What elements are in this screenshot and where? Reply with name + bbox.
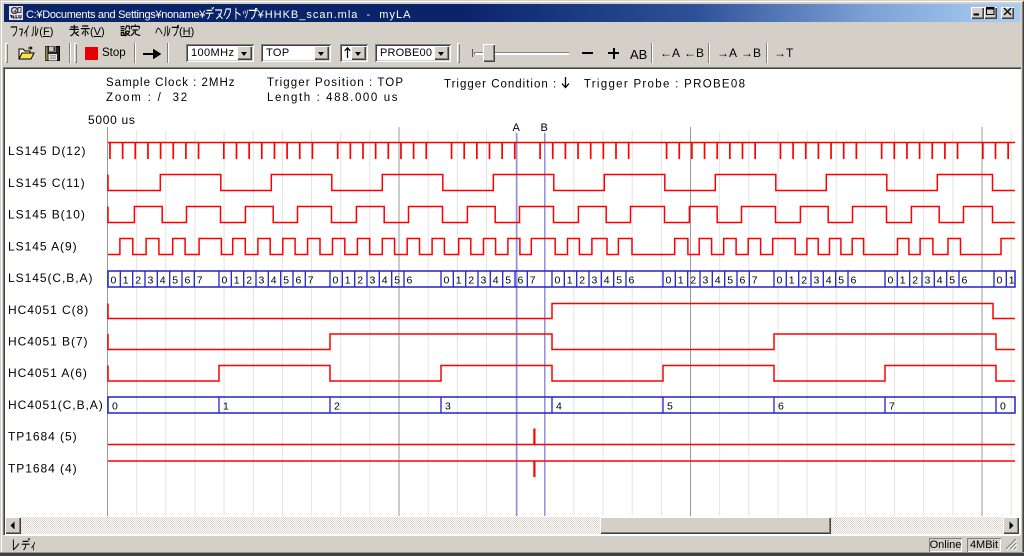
svg-text:1: 1 [678,275,684,287]
svg-text:6: 6 [851,275,857,287]
svg-text:7: 7 [530,275,536,287]
svg-text:1: 1 [234,275,240,287]
svg-text:4: 4 [160,275,166,287]
svg-text:2: 2 [135,275,141,287]
svg-text:4: 4 [604,275,610,287]
svg-text:0: 0 [888,275,894,287]
svg-text:6: 6 [629,275,635,287]
svg-text:0: 0 [555,275,561,287]
svg-text:0: 0 [444,275,450,287]
svg-text:3: 3 [370,275,376,287]
svg-text:7: 7 [752,275,758,287]
svg-text:7: 7 [308,275,314,287]
svg-text:2: 2 [579,275,585,287]
svg-text:5: 5 [667,401,673,413]
svg-text:3: 3 [814,275,820,287]
svg-text:2: 2 [912,275,918,287]
svg-text:B: B [541,122,548,134]
svg-text:4: 4 [382,275,388,287]
svg-text:3: 3 [703,275,709,287]
svg-text:1: 1 [567,275,573,287]
svg-text:HC4051 B(7): HC4051 B(7) [8,335,88,349]
svg-text:7: 7 [197,275,203,287]
svg-text:2: 2 [690,275,696,287]
svg-text:0: 0 [1000,401,1006,413]
svg-text:0: 0 [666,275,672,287]
svg-text:5: 5 [394,275,400,287]
svg-text:TP1684 (5): TP1684 (5) [8,430,78,444]
svg-text:5000 us: 5000 us [88,113,136,127]
svg-text:LS145 A(9): LS145 A(9) [8,239,78,253]
svg-text:4: 4 [493,275,499,287]
svg-text:5: 5 [838,275,844,287]
svg-text:2: 2 [357,275,363,287]
svg-text:0: 0 [333,275,339,287]
svg-text:3: 3 [592,275,598,287]
svg-text:5: 5 [727,275,733,287]
svg-text:6: 6 [962,275,968,287]
svg-text:3: 3 [259,275,265,287]
svg-text:1: 1 [123,275,129,287]
svg-text:4: 4 [937,275,943,287]
svg-text:1: 1 [1009,275,1015,287]
svg-text:6: 6 [296,275,302,287]
svg-text:7: 7 [889,401,895,413]
svg-text:HC4051(C,B,A): HC4051(C,B,A) [8,398,104,412]
svg-text:5: 5 [616,275,622,287]
svg-text:LS145 D(12): LS145 D(12) [8,144,87,158]
svg-text:HC4051 A(6): HC4051 A(6) [8,366,88,380]
svg-text:1: 1 [345,275,351,287]
svg-text:6: 6 [778,401,784,413]
svg-text:0: 0 [222,275,228,287]
svg-text:4: 4 [715,275,721,287]
svg-text:3: 3 [148,275,154,287]
svg-text:5: 5 [283,275,289,287]
svg-text:1: 1 [456,275,462,287]
svg-text:2: 2 [246,275,252,287]
svg-text:LS145(C,B,A): LS145(C,B,A) [8,271,93,285]
svg-text:1: 1 [900,275,906,287]
svg-text:4: 4 [556,401,562,413]
svg-text:5: 5 [172,275,178,287]
svg-text:6: 6 [407,275,413,287]
svg-text:3: 3 [481,275,487,287]
svg-text:2: 2 [801,275,807,287]
svg-text:1: 1 [223,401,229,413]
svg-text:6: 6 [740,275,746,287]
svg-text:5: 5 [505,275,511,287]
svg-text:3: 3 [445,401,451,413]
svg-text:2: 2 [468,275,474,287]
svg-text:6: 6 [185,275,191,287]
svg-text:4: 4 [826,275,832,287]
svg-text:4: 4 [271,275,277,287]
svg-text:0: 0 [777,275,783,287]
svg-text:TP1684 (4): TP1684 (4) [8,461,78,475]
svg-text:1: 1 [789,275,795,287]
svg-text:0: 0 [112,401,118,413]
svg-text:A: A [513,122,521,134]
svg-text:5: 5 [949,275,955,287]
svg-text:6: 6 [518,275,524,287]
svg-text:3: 3 [925,275,931,287]
svg-text:LS145 B(10): LS145 B(10) [8,208,86,222]
svg-text:2: 2 [334,401,340,413]
svg-text:LS145 C(11): LS145 C(11) [8,176,86,190]
svg-text:0: 0 [997,275,1003,287]
svg-text:0: 0 [111,275,117,287]
svg-text:HC4051 C(8): HC4051 C(8) [8,303,89,317]
